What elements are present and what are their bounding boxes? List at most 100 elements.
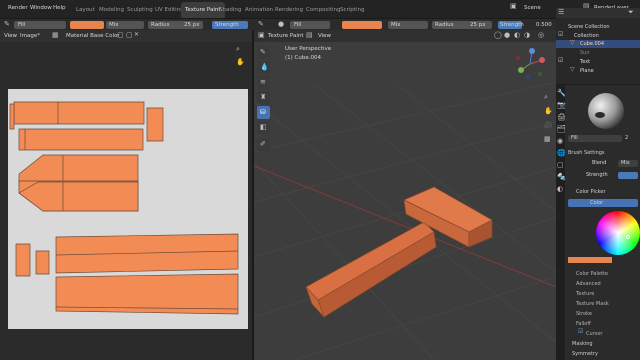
object-tab-icon[interactable]: ▢ bbox=[557, 162, 564, 169]
brush-icon-right: ✎ bbox=[258, 20, 264, 28]
outliner-label: Cube.004 bbox=[580, 40, 605, 47]
draw-brush-icon: ✎ bbox=[260, 48, 266, 56]
strength-value-right[interactable]: 0.500 bbox=[536, 22, 552, 29]
color-wheel-cursor[interactable] bbox=[626, 235, 630, 239]
world-tab-icon[interactable]: 🌐 bbox=[557, 150, 566, 157]
color-wheel[interactable] bbox=[596, 211, 640, 255]
shading-material-icon[interactable]: ◐ bbox=[514, 32, 520, 39]
menu-help[interactable]: Help bbox=[53, 5, 66, 12]
image-name[interactable]: Material Base Color bbox=[66, 33, 120, 40]
section-texture-mask[interactable]: Texture Mask bbox=[576, 301, 609, 307]
uv-island-second-strip bbox=[18, 128, 144, 151]
pan-view-icon[interactable]: ✋ bbox=[544, 108, 553, 115]
soften-icon: 💧 bbox=[260, 63, 269, 71]
mode-selector[interactable]: Texture Paint bbox=[268, 33, 304, 40]
outliner-item-sun[interactable]: Sun bbox=[556, 49, 640, 57]
brush-name-left: Fill bbox=[18, 21, 26, 28]
tool-draw[interactable]: ✎ bbox=[257, 46, 270, 59]
workspace-tab-scripting[interactable]: Scripting bbox=[336, 2, 368, 18]
shading-rendered-icon[interactable]: ◑ bbox=[524, 32, 530, 39]
section-cursor[interactable]: Cursor bbox=[586, 331, 602, 337]
outliner-item-text[interactable]: ☑ Text bbox=[556, 58, 640, 66]
navigation-gizmo[interactable] bbox=[512, 46, 548, 82]
zoom-view-icon[interactable]: ⌕ bbox=[544, 94, 548, 101]
shading-solid-icon[interactable]: ● bbox=[504, 32, 510, 39]
image-editor-header: View Image* ▦ Material Base Color ▢ ▢ ✕ bbox=[0, 30, 252, 42]
blend-dropdown[interactable]: Mix bbox=[618, 160, 638, 167]
properties-editor: Fill 2 Brush Settings Blend Mix Strength… bbox=[556, 84, 640, 360]
overlay-icon[interactable]: ◎ bbox=[538, 32, 544, 39]
section-symmetry[interactable]: Symmetry bbox=[572, 351, 598, 357]
image-new-icon[interactable]: ▢ bbox=[126, 32, 133, 39]
viewport-header: ▣ Texture Paint ▤ View ◯ ● ◐ ◑ ◎ bbox=[254, 30, 556, 42]
strength-field-right[interactable]: Strength bbox=[498, 21, 524, 29]
zoom-icon[interactable]: ⌕ bbox=[236, 46, 240, 53]
scene-icon: ▣ bbox=[510, 2, 517, 10]
filter-icon[interactable]: ⏷ bbox=[628, 9, 634, 16]
checkbox-icon[interactable]: ☑ bbox=[558, 58, 563, 64]
tool-smear[interactable]: ≋ bbox=[257, 76, 270, 89]
section-falloff[interactable]: Falloff bbox=[576, 321, 591, 327]
brush-preview bbox=[588, 93, 624, 129]
outliner-item-collection[interactable]: Collection ☑ bbox=[556, 32, 640, 40]
menu-render[interactable]: Render bbox=[8, 5, 28, 12]
outliner-item-scene-collection[interactable]: Scene Collection bbox=[556, 23, 640, 31]
render-tab-icon[interactable]: 📷 bbox=[557, 102, 566, 109]
brush-datablock-field[interactable]: Fill bbox=[568, 135, 622, 142]
tool-mask[interactable]: ◧ bbox=[257, 121, 270, 134]
brush-settings-header[interactable]: Brush Settings bbox=[568, 150, 605, 156]
brush-selector-left[interactable]: Fill bbox=[14, 21, 66, 29]
tool-soften[interactable]: 💧 bbox=[257, 61, 270, 74]
texture-slot-icon[interactable]: ▤ bbox=[306, 32, 313, 39]
blend-selector-left[interactable]: Mix bbox=[106, 21, 144, 29]
current-color-swatch[interactable] bbox=[568, 257, 612, 263]
menu-window[interactable]: Window bbox=[30, 5, 52, 12]
blend-selector-right[interactable]: Mix bbox=[388, 21, 428, 29]
image-browse-icon[interactable]: ▦ bbox=[52, 32, 59, 39]
pan-hand-icon[interactable]: ✋ bbox=[236, 59, 245, 66]
color-tab[interactable]: Color bbox=[568, 199, 638, 207]
scene-tab-icon[interactable]: ◉ bbox=[557, 138, 563, 145]
shading-wireframe-icon[interactable]: ◯ bbox=[494, 32, 502, 39]
image-view-menu[interactable]: View bbox=[4, 33, 17, 40]
tool-clone[interactable]: ♜ bbox=[257, 91, 270, 104]
uv-texture-canvas[interactable] bbox=[8, 89, 248, 329]
top-menu-bar: Render Window Help Layout Modeling Sculp… bbox=[0, 0, 640, 18]
section-stroke[interactable]: Stroke bbox=[576, 311, 592, 317]
output-tab-icon[interactable]: 🖨 bbox=[557, 114, 566, 121]
tool-fill[interactable]: ⛁ bbox=[257, 106, 270, 119]
3d-viewport[interactable]: User Perspective (1) Cube.004 ✎ 💧 ≋ ♜ ⛁ … bbox=[254, 42, 556, 360]
checkbox-icon[interactable]: ☑ bbox=[558, 32, 563, 38]
ortho-toggle-icon[interactable]: ▦ bbox=[544, 136, 551, 143]
strength-field-left[interactable]: Strength bbox=[212, 21, 248, 29]
outliner-item-plane[interactable]: ▽ Plane bbox=[556, 67, 640, 75]
tool-tab-icon[interactable]: 🔧 bbox=[557, 90, 566, 97]
section-advanced[interactable]: Advanced bbox=[576, 281, 601, 287]
color-swatch-right[interactable] bbox=[342, 21, 382, 29]
image-datablock-icon[interactable]: ▢ bbox=[117, 32, 124, 39]
radius-field-right[interactable]: Radius 25 px bbox=[432, 21, 492, 29]
strength-slider[interactable] bbox=[618, 172, 638, 179]
section-color-palette[interactable]: Color Palette bbox=[576, 271, 608, 277]
radius-field-left[interactable]: Radius 25 px bbox=[148, 21, 203, 29]
material-tab-icon[interactable]: ◐ bbox=[557, 186, 563, 193]
viewport-view-menu[interactable]: View bbox=[318, 33, 331, 40]
brush-selector-right[interactable]: Fill bbox=[290, 21, 330, 29]
scene-name[interactable]: Scene bbox=[524, 5, 541, 12]
color-wheel-saturation bbox=[596, 211, 640, 255]
section-texture[interactable]: Texture bbox=[576, 291, 594, 297]
view-layer-tab-icon[interactable]: 🗂 bbox=[557, 126, 566, 133]
section-masking[interactable]: Masking bbox=[572, 341, 593, 347]
tool-annotate[interactable]: ✐ bbox=[257, 138, 270, 151]
cursor-checkbox-icon[interactable]: ☑ bbox=[578, 329, 583, 335]
editor-type-icon[interactable]: ▣ bbox=[258, 32, 265, 39]
outliner-item-cube[interactable]: ▽ Cube.004 bbox=[556, 40, 640, 48]
image-close-icon[interactable]: ✕ bbox=[134, 32, 139, 38]
camera-view-icon[interactable]: 🎥 bbox=[544, 122, 553, 129]
outliner-editor-icon[interactable]: ☰ bbox=[558, 9, 564, 16]
modifier-tab-icon[interactable]: 🔩 bbox=[557, 174, 566, 181]
brush-user-count[interactable]: 2 bbox=[625, 136, 628, 141]
color-swatch-left[interactable] bbox=[70, 21, 104, 29]
color-picker-header[interactable]: Color Picker bbox=[576, 189, 606, 195]
image-menu[interactable]: Image* bbox=[20, 33, 40, 40]
